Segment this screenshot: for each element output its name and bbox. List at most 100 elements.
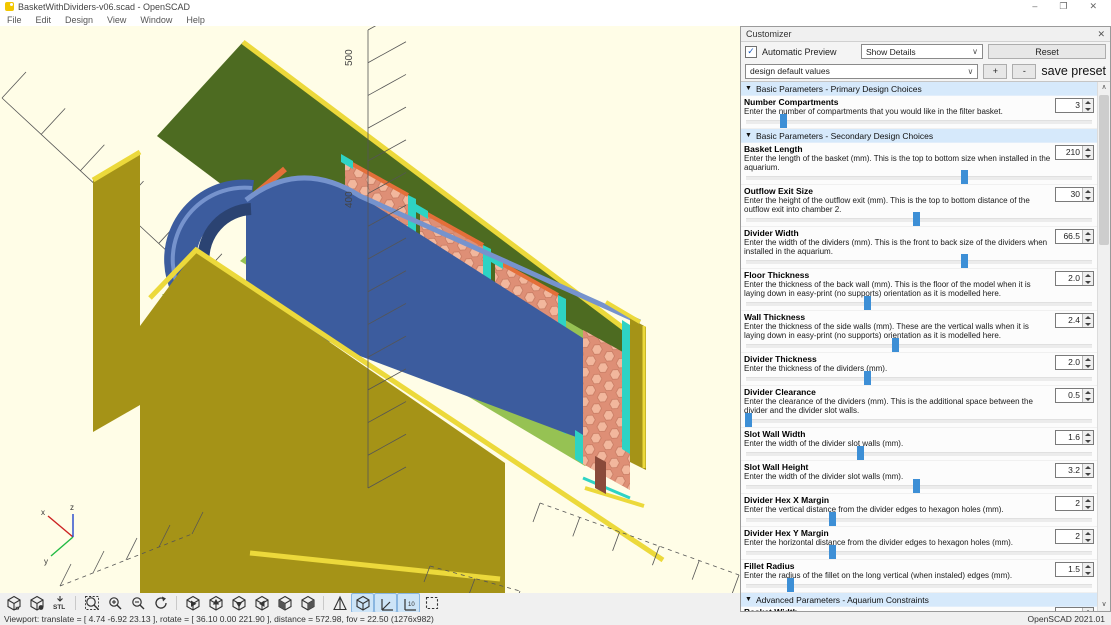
param-slider[interactable]	[745, 296, 1093, 310]
param-slider[interactable]	[745, 170, 1093, 184]
spin-down-icon[interactable]	[1083, 570, 1093, 577]
spin-down-icon[interactable]	[1083, 153, 1093, 160]
spin-down-icon[interactable]	[1083, 195, 1093, 202]
param-slider[interactable]	[745, 413, 1093, 427]
slider-handle[interactable]	[912, 479, 920, 493]
section-header[interactable]: ▼ Basic Parameters - Primary Design Choic…	[741, 82, 1097, 96]
perspective-button[interactable]	[328, 593, 351, 613]
minimize-button[interactable]: –	[1032, 1, 1037, 12]
preset-dropdown[interactable]: design default values ∨	[745, 63, 979, 79]
slider-handle[interactable]	[745, 413, 753, 427]
remove-preset-button[interactable]: -	[1012, 63, 1037, 79]
param-slider[interactable]	[745, 254, 1093, 268]
scrollbar-up-icon[interactable]: ∧	[1098, 82, 1110, 94]
param-slider[interactable]	[745, 446, 1093, 460]
param-spinbox[interactable]: 1.6	[1055, 430, 1094, 445]
param-spinbox[interactable]: 2.0	[1055, 271, 1094, 286]
save-preset-button[interactable]: save preset	[1041, 63, 1106, 79]
slider-handle[interactable]	[856, 446, 864, 460]
menu-file[interactable]: File	[0, 15, 29, 25]
slider-handle[interactable]	[961, 254, 969, 268]
param-spinbox[interactable]: 30	[1055, 187, 1094, 202]
orthographic-button[interactable]	[351, 592, 374, 613]
slider-handle[interactable]	[961, 170, 969, 184]
param-slider[interactable]	[745, 479, 1093, 493]
scrollbar-down-icon[interactable]: ∨	[1098, 599, 1110, 611]
spin-down-icon[interactable]	[1083, 504, 1093, 511]
spin-down-icon[interactable]	[1083, 106, 1093, 113]
scrollbar-thumb[interactable]	[1099, 95, 1109, 245]
view-all-button[interactable]	[420, 593, 443, 613]
param-slider[interactable]	[745, 338, 1093, 352]
view-back-button[interactable]	[296, 593, 319, 613]
show-axes-button[interactable]	[374, 592, 397, 613]
menu-design[interactable]: Design	[58, 15, 100, 25]
reset-view-button[interactable]	[149, 593, 172, 613]
param-spinbox[interactable]: 1.5	[1055, 562, 1094, 577]
view-right-button[interactable]	[181, 593, 204, 613]
section-header[interactable]: ▼ Advanced Parameters - Aquarium Constrai…	[741, 593, 1097, 607]
view-bottom-button[interactable]	[227, 593, 250, 613]
add-preset-button[interactable]: +	[983, 63, 1008, 79]
zoom-all-button[interactable]	[80, 593, 103, 613]
viewport-3d-model[interactable]: 500 400 x y z	[0, 8, 740, 608]
section-title: Basic Parameters - Primary Design Choice…	[755, 83, 922, 94]
menu-window[interactable]: Window	[133, 15, 179, 25]
zoom-in-button[interactable]	[103, 593, 126, 613]
param-spinbox[interactable]: 92	[1055, 607, 1094, 611]
spin-down-icon[interactable]	[1083, 279, 1093, 286]
customizer-close-icon[interactable]: ✕	[1097, 29, 1105, 40]
param-spinbox[interactable]: 2.0	[1055, 355, 1094, 370]
spin-down-icon[interactable]	[1083, 321, 1093, 328]
slider-handle[interactable]	[863, 296, 871, 310]
menu-help[interactable]: Help	[179, 15, 212, 25]
view-left-button[interactable]	[250, 593, 273, 613]
slider-handle[interactable]	[863, 371, 871, 385]
menu-view[interactable]: View	[100, 15, 133, 25]
param-spinbox[interactable]: 2.4	[1055, 313, 1094, 328]
param-slider[interactable]	[745, 212, 1093, 226]
param-slider[interactable]	[745, 371, 1093, 385]
param-spinbox[interactable]: 210	[1055, 145, 1094, 160]
spin-down-icon[interactable]	[1083, 363, 1093, 370]
param-slider[interactable]	[745, 114, 1093, 128]
export-stl-button[interactable]: STL	[48, 593, 71, 613]
param-spinbox[interactable]: 2	[1055, 529, 1094, 544]
param-slider[interactable]	[745, 578, 1093, 592]
reset-button[interactable]: Reset	[988, 44, 1106, 59]
automatic-preview-checkbox[interactable]: ✓	[745, 45, 757, 58]
spin-down-icon[interactable]	[1083, 237, 1093, 244]
menu-edit[interactable]: Edit	[29, 15, 59, 25]
slider-handle[interactable]	[912, 212, 920, 226]
spin-down-icon[interactable]	[1083, 396, 1093, 403]
spin-up-icon[interactable]	[1083, 608, 1093, 611]
viewport-3d[interactable]: 500 400 x y z	[0, 8, 740, 608]
close-button[interactable]: ✕	[1089, 1, 1097, 12]
view-front-button[interactable]	[273, 593, 296, 613]
details-dropdown[interactable]: Show Details ∨	[861, 44, 983, 59]
show-scale-markers-button[interactable]: 10	[397, 592, 420, 613]
render-button[interactable]	[25, 593, 48, 613]
param-spinbox[interactable]: 2	[1055, 496, 1094, 511]
slider-handle[interactable]	[891, 338, 899, 352]
zoom-out-button[interactable]	[126, 593, 149, 613]
slider-handle[interactable]	[780, 114, 788, 128]
param-spinbox[interactable]: 3.2	[1055, 463, 1094, 478]
param-slider[interactable]	[745, 545, 1093, 559]
param-row: Basket WidthEnter the width (front to ba…	[741, 607, 1097, 611]
param-spinbox[interactable]: 3	[1055, 98, 1094, 113]
spin-down-icon[interactable]	[1083, 471, 1093, 478]
spin-down-icon[interactable]	[1083, 438, 1093, 445]
param-slider[interactable]	[745, 512, 1093, 526]
maximize-button[interactable]: ❐	[1059, 1, 1067, 12]
param-spinbox[interactable]: 0.5	[1055, 388, 1094, 403]
slider-handle[interactable]	[787, 578, 795, 592]
spin-down-icon[interactable]	[1083, 537, 1093, 544]
view-top-button[interactable]	[204, 593, 227, 613]
customizer-scrollbar[interactable]: ∧ ∨	[1097, 82, 1110, 611]
slider-handle[interactable]	[829, 512, 836, 526]
slider-handle[interactable]	[829, 545, 836, 559]
render-preview-button[interactable]: »	[2, 593, 25, 613]
section-header[interactable]: ▼ Basic Parameters - Secondary Design Cho…	[741, 129, 1097, 143]
param-spinbox[interactable]: 66.5	[1055, 229, 1094, 244]
